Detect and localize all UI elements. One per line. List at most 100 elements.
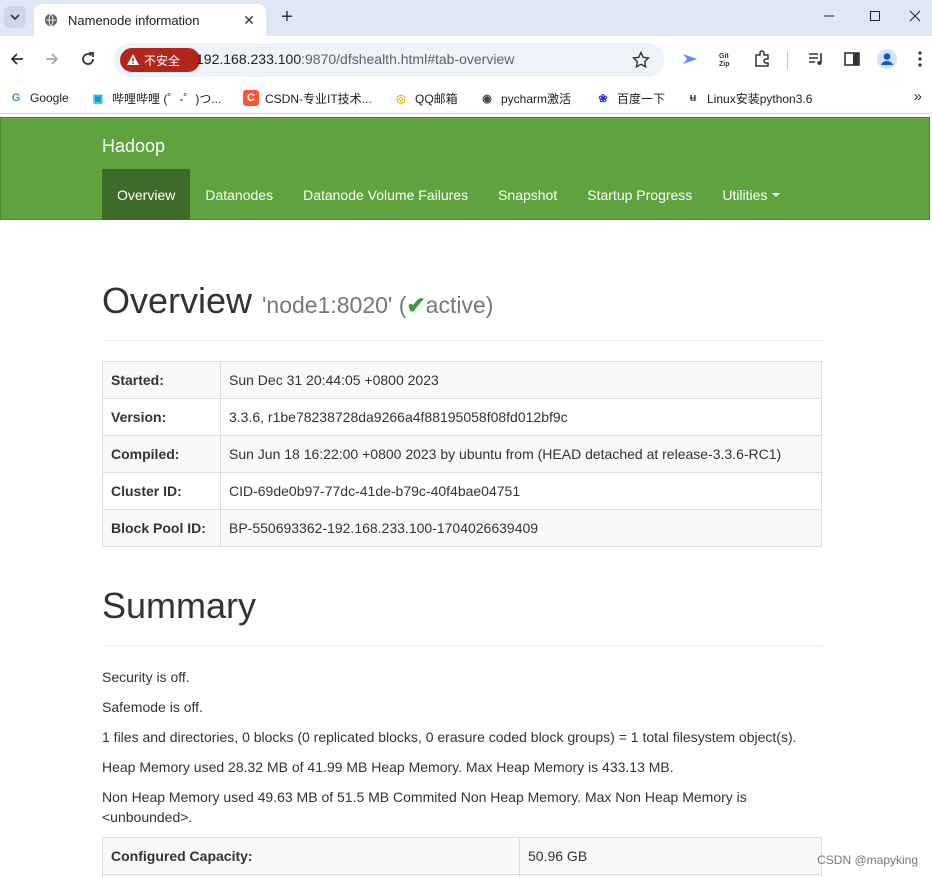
- summary-header: Summary: [102, 585, 822, 646]
- table-row: Started: Sun Dec 31 20:44:05 +0800 2023: [102, 361, 822, 399]
- tab-utilities[interactable]: Utilities: [707, 169, 795, 220]
- bookmarks-bar: G Google ▣ 哔哩哔哩 (゜-゜)つ... C CSDN-专业IT技术... …: [0, 82, 932, 114]
- bookmark-qqmail[interactable]: ◎ QQ邮箱: [393, 89, 458, 107]
- reload-button[interactable]: [77, 48, 99, 70]
- bookmark-pycharm[interactable]: ◉ pycharm激活: [479, 89, 571, 107]
- tab-startup-progress[interactable]: Startup Progress: [572, 169, 707, 220]
- bookmark-star-icon[interactable]: [631, 50, 651, 74]
- hadoop-navbar: Hadoop Overview Datanodes Datanode Volum…: [0, 117, 930, 220]
- csdn-icon: C: [243, 90, 259, 106]
- new-tab-button[interactable]: +: [276, 6, 298, 28]
- bookmark-baidu[interactable]: ❀ 百度一下: [595, 89, 665, 107]
- svg-text:Zip: Zip: [719, 61, 730, 68]
- extensions-puzzle-icon[interactable]: [751, 48, 773, 70]
- address-bar[interactable]: 不安全 192.168.233.100:9870/dfshealth.html#…: [114, 43, 664, 77]
- maximize-button[interactable]: [852, 0, 898, 32]
- bookmark-label: pycharm激活: [501, 91, 572, 106]
- minimize-icon: [824, 15, 834, 17]
- side-panel-icon[interactable]: [841, 48, 863, 70]
- chevron-down-icon: [10, 14, 20, 21]
- toolbar-separator: [787, 51, 788, 69]
- csdn-watermark: CSDN @mapyking: [817, 853, 918, 867]
- tab-search-button[interactable]: [4, 6, 26, 28]
- bookmark-google[interactable]: G Google: [8, 89, 69, 107]
- insecure-label: 不安全: [144, 53, 181, 68]
- minimize-button[interactable]: [806, 0, 852, 32]
- bookmark-csdn[interactable]: C CSDN-专业IT技术...: [243, 89, 372, 107]
- qqmail-icon: ◎: [396, 92, 406, 105]
- filesystem-objects: 1 files and directories, 0 blocks (0 rep…: [102, 729, 797, 745]
- row-value: Sun Jun 18 16:22:00 +0800 2023 by ubuntu…: [220, 435, 822, 473]
- bookmark-label: 哔哩哔哩 (゜-゜)つ...: [112, 91, 222, 106]
- capacity-table: Configured Capacity: 50.96 GB: [102, 837, 822, 877]
- overview-title: Overview: [102, 280, 253, 321]
- reload-icon: [82, 52, 94, 65]
- arrow-left-icon: [10, 53, 23, 65]
- profile-avatar-icon[interactable]: [876, 48, 898, 70]
- globe-icon: ◉: [482, 92, 492, 105]
- row-value: BP-550693362-192.168.233.100-17040266394…: [220, 509, 822, 547]
- extension-bird-icon[interactable]: [679, 48, 701, 70]
- bookmark-linux-python[interactable]: ʉ Linux安装python3.6: [685, 89, 813, 107]
- bookmarks-overflow-icon[interactable]: »: [914, 88, 922, 105]
- media-control-icon[interactable]: [805, 48, 827, 70]
- more-menu-icon[interactable]: [912, 48, 928, 70]
- row-value: 3.3.6, r1be78238728da9266a4f88195058f08f…: [220, 398, 822, 436]
- url-path: :9870/dfshealth.html#tab-overview: [301, 51, 515, 67]
- heap-memory: Heap Memory used 28.32 MB of 41.99 MB He…: [102, 759, 674, 775]
- row-value: 50.96 GB: [519, 837, 822, 875]
- bookmark-label: QQ邮箱: [415, 91, 458, 106]
- row-key: Version:: [102, 398, 221, 436]
- hadoop-brand[interactable]: Hadoop: [102, 136, 165, 157]
- node-suffix: ): [485, 292, 494, 318]
- warning-icon: [127, 54, 139, 65]
- bilibili-icon: ▣: [92, 92, 104, 105]
- back-button[interactable]: [6, 48, 28, 70]
- tab-datanode-volume-failures[interactable]: Datanode Volume Failures: [288, 169, 483, 220]
- bookmark-label: CSDN-专业IT技术...: [265, 91, 372, 106]
- close-icon: [909, 10, 921, 22]
- summary-title: Summary: [102, 585, 257, 626]
- security-status: Security is off.: [102, 669, 190, 685]
- page-viewport: Hadoop Overview Datanodes Datanode Volum…: [0, 117, 932, 877]
- tab-overview[interactable]: Overview: [102, 169, 191, 220]
- tab-datanodes[interactable]: Datanodes: [190, 169, 288, 220]
- close-tab-icon[interactable]: ✕: [240, 11, 258, 29]
- main-content: Overview 'node1:8020' (✔active) Started:…: [102, 220, 822, 877]
- tab-snapshot[interactable]: Snapshot: [483, 169, 572, 220]
- bookmark-label: Google: [30, 91, 69, 105]
- table-row: Version: 3.3.6, r1be78238728da9266a4f8819…: [102, 398, 822, 436]
- row-value: CID-69de0b97-77dc-41de-b79c-40f4bae04751: [220, 472, 822, 510]
- overview-header: Overview 'node1:8020' (✔active): [102, 280, 822, 341]
- gitzip-extension-icon[interactable]: Git Zip: [715, 48, 737, 70]
- row-key: Compiled:: [102, 435, 221, 473]
- google-icon: G: [11, 92, 21, 104]
- arrow-right-icon: [46, 53, 59, 65]
- maximize-icon: [870, 11, 880, 21]
- bookmark-bilibili[interactable]: ▣ 哔哩哔哩 (゜-゜)つ...: [90, 89, 222, 107]
- bookmark-label: Linux安装python3.6: [707, 91, 813, 106]
- node-state: active: [425, 292, 486, 318]
- table-row: Configured Capacity: 50.96 GB: [102, 837, 822, 875]
- overview-table: Started: Sun Dec 31 20:44:05 +0800 2023 V…: [102, 361, 822, 547]
- check-icon: ✔: [406, 292, 426, 318]
- row-key: Block Pool ID:: [102, 509, 221, 547]
- tab-title: Namenode information: [68, 12, 200, 28]
- caret-down-icon: [772, 192, 781, 197]
- browser-toolbar: 不安全 192.168.233.100:9870/dfshealth.html#…: [0, 36, 932, 82]
- url-host: 192.168.233.100: [196, 51, 302, 67]
- table-row: Block Pool ID: BP-550693362-192.168.233.1…: [102, 509, 822, 547]
- active-tab[interactable]: Namenode information ✕: [34, 4, 266, 36]
- bookmark-label: 百度一下: [617, 91, 666, 106]
- table-row: Compiled: Sun Jun 18 16:22:00 +0800 2023 …: [102, 435, 822, 473]
- baidu-paw-icon: ❀: [598, 92, 608, 105]
- forward-button[interactable]: [41, 48, 63, 70]
- node-status: 'node1:8020' (✔active): [262, 292, 493, 319]
- tab-utilities-label: Utilities: [722, 186, 768, 203]
- row-value: Sun Dec 31 20:44:05 +0800 2023: [220, 361, 822, 399]
- row-key: Started:: [102, 361, 221, 399]
- node-address: 'node1:8020' (: [262, 292, 407, 318]
- close-window-button[interactable]: [898, 0, 932, 32]
- url-text[interactable]: 192.168.233.100:9870/dfshealth.html#tab-…: [196, 51, 514, 67]
- insecure-badge[interactable]: 不安全: [120, 48, 200, 72]
